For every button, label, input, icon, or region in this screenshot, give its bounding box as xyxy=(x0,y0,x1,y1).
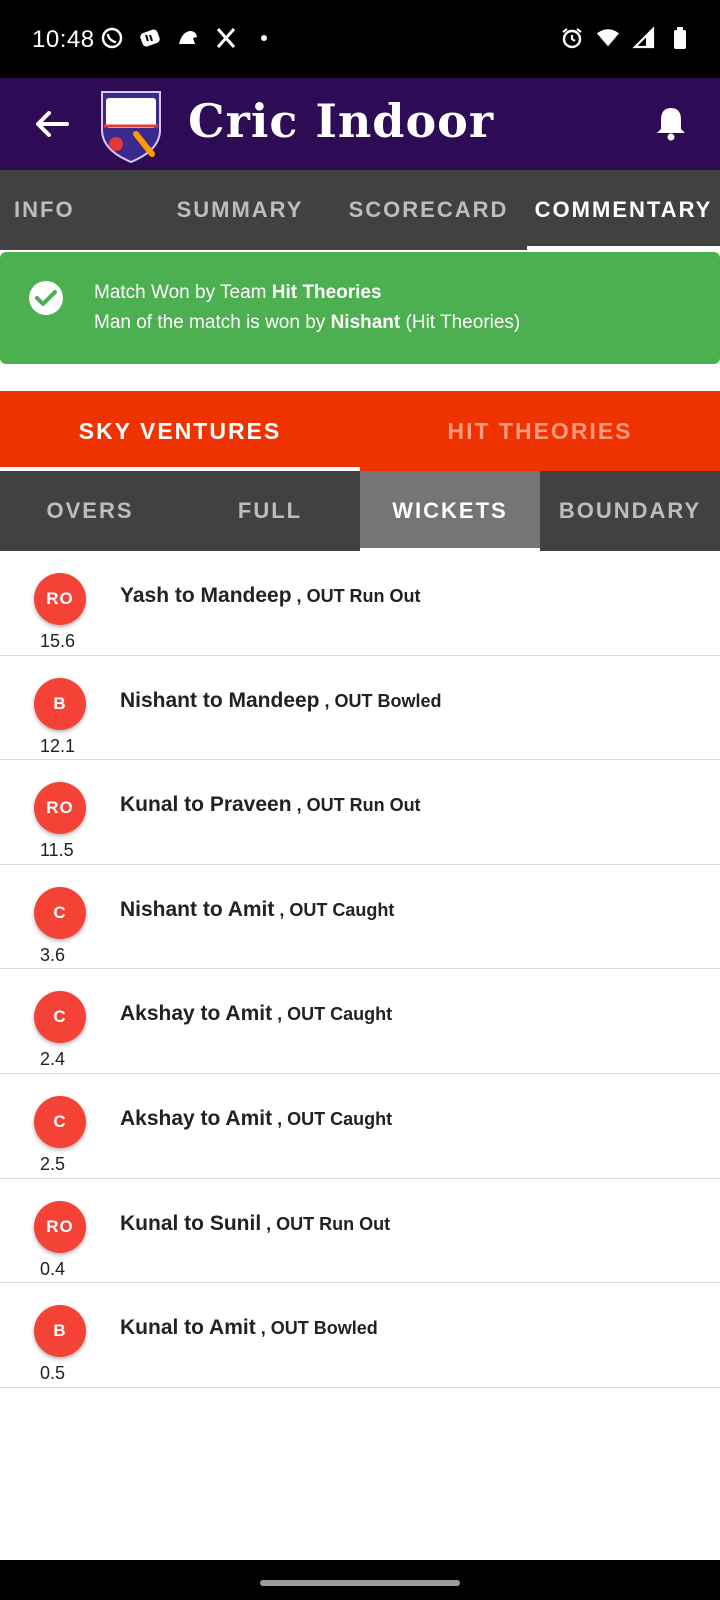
wicket-description: Nishant to Mandeep , OUT Bowled xyxy=(120,688,442,712)
wicket-description: Kunal to Amit , OUT Bowled xyxy=(120,1316,378,1340)
filter-tab-label: BOUNDARY xyxy=(558,498,702,523)
wicket-description: Kunal to Praveen , OUT Run Out xyxy=(120,793,421,817)
list-item[interactable]: B 0.5 Kunal to Amit , OUT Bowled xyxy=(0,1283,720,1388)
team-tab-label: HIT THEORIES xyxy=(447,417,633,444)
signal-icon xyxy=(632,26,656,50)
team-tabs: SKY VENTURES HIT THEORIES xyxy=(0,391,720,471)
app-icon xyxy=(138,26,162,50)
over-number: 3.6 xyxy=(40,944,66,965)
tab-sky-ventures[interactable]: SKY VENTURES xyxy=(0,391,360,471)
tab-boundary[interactable]: BOUNDARY xyxy=(540,471,720,551)
system-icons xyxy=(560,26,692,50)
dismissal-detail: OUT Run Out xyxy=(306,795,421,816)
dismissal-detail: OUT Run Out xyxy=(306,586,421,606)
dismissal-detail: OUT Caught xyxy=(289,899,395,920)
wicket-description: Akshay to Amit , OUT Caught xyxy=(120,1106,393,1130)
match-tabs: INFO SUMMARY SCORECARD COMMENTARY xyxy=(0,170,720,250)
dismissal-badge: B xyxy=(34,677,86,730)
list-item[interactable]: C 3.6 Nishant to Amit , OUT Caught xyxy=(0,865,720,970)
dismissal-badge: B xyxy=(34,1305,86,1358)
dismissal-badge: C xyxy=(34,991,86,1044)
wicket-description: Akshay to Amit , OUT Caught xyxy=(120,1002,393,1026)
back-button[interactable] xyxy=(30,102,74,146)
home-gesture-handle[interactable] xyxy=(260,1580,460,1586)
bird-icon xyxy=(176,26,200,50)
check-circle-icon xyxy=(29,281,63,315)
team-tab-label: SKY VENTURES xyxy=(78,417,282,444)
filter-tab-label: OVERS xyxy=(46,498,134,523)
filter-tab-label: WICKETS xyxy=(392,498,508,523)
over-number: 12.1 xyxy=(40,735,76,756)
tab-summary[interactable]: SUMMARY xyxy=(150,170,330,250)
tab-wickets[interactable]: WICKETS xyxy=(360,471,540,551)
filter-tab-label: FULL xyxy=(237,498,303,523)
tab-info[interactable]: INFO xyxy=(0,170,150,250)
tab-hit-theories[interactable]: HIT THEORIES xyxy=(360,391,720,471)
commentary-filter-tabs: OVERS FULL WICKETS BOUNDARY xyxy=(0,471,720,551)
list-item[interactable]: C 2.5 Akshay to Amit , OUT Caught xyxy=(0,1074,720,1179)
tab-label: SCORECARD xyxy=(348,197,509,222)
app-logo xyxy=(96,86,166,164)
dot-icon xyxy=(252,26,276,50)
app-title: Cric Indoor xyxy=(188,94,495,148)
tab-label: SUMMARY xyxy=(176,197,304,222)
over-number: 15.6 xyxy=(40,631,76,651)
list-item[interactable]: RO 15.6 Yash to Mandeep , OUT Run Out xyxy=(0,551,720,656)
wicket-list: RO 15.6 Yash to Mandeep , OUT Run Out B … xyxy=(0,551,720,1388)
dismissal-badge: RO xyxy=(34,573,86,625)
status-time: 10:48 xyxy=(32,26,95,53)
whatsapp-icon xyxy=(100,26,124,50)
list-item[interactable]: RO 11.5 Kunal to Praveen , OUT Run Out xyxy=(0,760,720,865)
wicket-description: Yash to Mandeep , OUT Run Out xyxy=(120,584,421,607)
dismissal-badge: RO xyxy=(34,782,86,835)
man-of-match-text: Man of the match is won by Nishant (Hit … xyxy=(94,312,521,333)
dismissal-detail: OUT Bowled xyxy=(270,1318,378,1339)
over-number: 0.4 xyxy=(40,1258,66,1279)
tab-full[interactable]: FULL xyxy=(180,471,360,551)
over-number: 2.4 xyxy=(40,1049,66,1070)
dismissal-detail: OUT Caught xyxy=(287,1108,393,1129)
dismissal-badge: C xyxy=(34,886,86,939)
over-number: 2.5 xyxy=(40,1153,66,1174)
x-icon xyxy=(214,26,238,50)
dismissal-detail: OUT Bowled xyxy=(334,690,442,711)
dismissal-badge: C xyxy=(34,1095,86,1148)
list-item[interactable]: RO 0.4 Kunal to Sunil , OUT Run Out xyxy=(0,1179,720,1284)
system-nav-bar xyxy=(0,1560,720,1600)
match-winner-text: Match Won by Team Hit Theories xyxy=(94,282,382,303)
tab-overs[interactable]: OVERS xyxy=(0,471,180,551)
battery-icon xyxy=(668,26,692,50)
dismissal-detail: OUT Run Out xyxy=(276,1213,391,1234)
notification-icons xyxy=(100,26,276,50)
status-bar: 10:48 xyxy=(0,0,720,78)
tab-commentary[interactable]: COMMENTARY xyxy=(527,170,720,250)
over-number: 0.5 xyxy=(40,1363,66,1384)
match-result-banner: Match Won by Team Hit Theories Man of th… xyxy=(0,252,720,364)
tab-label: COMMENTARY xyxy=(534,197,713,222)
dismissal-badge: RO xyxy=(34,1200,86,1253)
wicket-description: Kunal to Sunil , OUT Run Out xyxy=(120,1211,391,1235)
wifi-icon xyxy=(596,26,620,50)
list-item[interactable]: B 12.1 Nishant to Mandeep , OUT Bowled xyxy=(0,656,720,761)
over-number: 11.5 xyxy=(40,840,74,861)
back-arrow-icon xyxy=(36,111,69,137)
tab-scorecard[interactable]: SCORECARD xyxy=(330,170,527,250)
dismissal-detail: OUT Caught xyxy=(287,1004,393,1025)
winner-team: Hit Theories xyxy=(271,282,382,303)
bell-icon xyxy=(657,108,685,141)
list-item[interactable]: C 2.4 Akshay to Amit , OUT Caught xyxy=(0,969,720,1074)
man-of-match-name: Nishant xyxy=(330,312,401,333)
notifications-button[interactable] xyxy=(648,100,694,146)
alarm-icon xyxy=(560,26,584,50)
app-bar: Cric Indoor xyxy=(0,78,720,170)
wicket-description: Nishant to Amit , OUT Caught xyxy=(120,897,395,921)
tab-label: INFO xyxy=(14,197,75,222)
